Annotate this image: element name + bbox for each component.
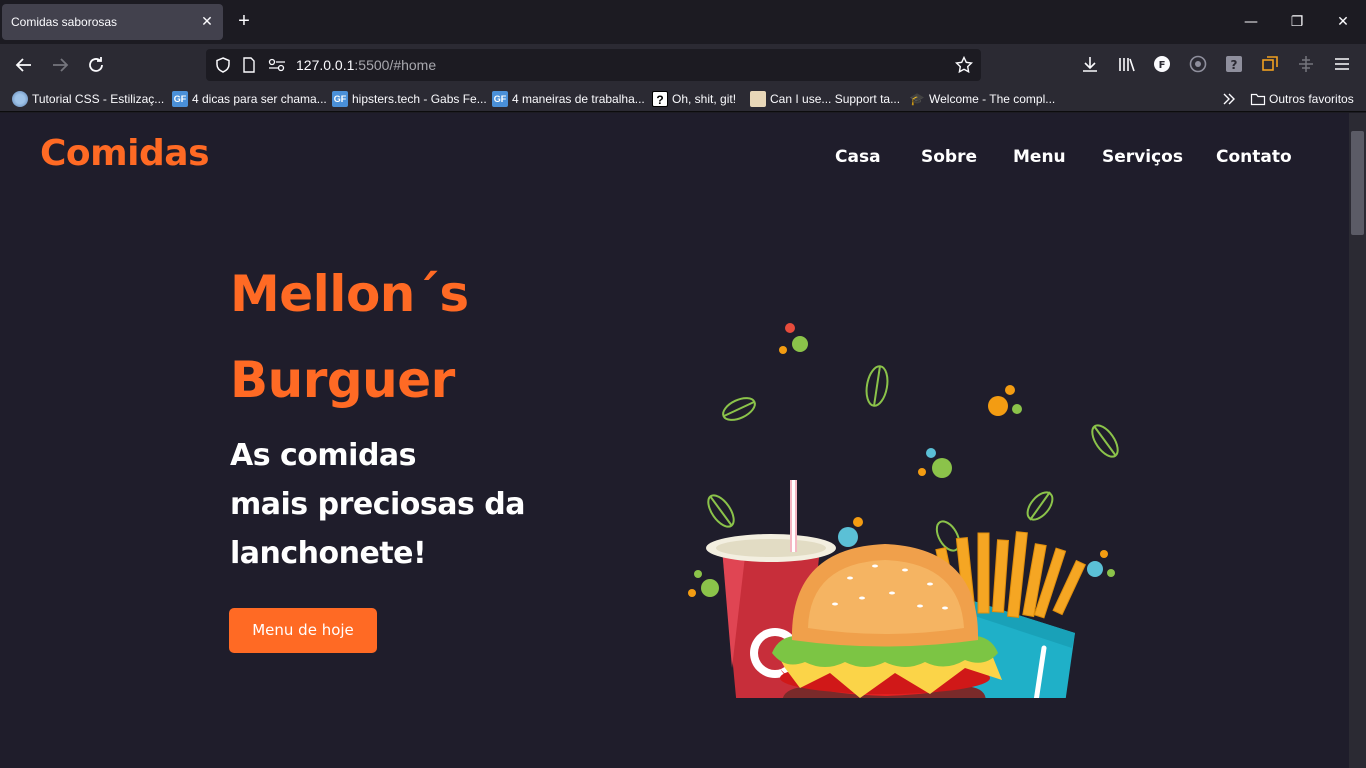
globe-icon (12, 91, 28, 107)
hero-subtitle-line-1: As comidas (230, 438, 417, 473)
bookmark-welcome[interactable]: 🎓 Welcome - The compl... (909, 91, 1056, 107)
account-icon[interactable]: F (1152, 54, 1172, 74)
restore-button[interactable]: ❐ (1274, 8, 1320, 36)
bookmark-can-i-use[interactable]: Can I use... Support ta... (750, 91, 900, 107)
forward-arrow-icon (53, 58, 69, 72)
star-icon[interactable] (955, 56, 973, 74)
permissions-icon[interactable] (268, 58, 286, 72)
svg-text:F: F (1159, 60, 1166, 71)
graduation-cap-icon: 🎓 (909, 92, 925, 106)
bookmark-label: Welcome - The compl... (929, 92, 1056, 106)
hero-subtitle: As comidas mais preciosas da lanchonete! (230, 431, 526, 578)
reload-icon (89, 57, 103, 72)
hero-title-line-1: Mellon´s (230, 265, 469, 323)
bookmark-label: 4 maneiras de trabalha... (512, 92, 645, 106)
back-arrow-icon (15, 58, 31, 72)
bookmark-label: Oh, shit, git! (672, 92, 737, 106)
gf-icon: GF (172, 91, 188, 107)
nav-link-servicos[interactable]: Serviços (1102, 147, 1183, 167)
question-icon: ? (652, 91, 668, 107)
bookmark-oh-shit-git[interactable]: ? Oh, shit, git! (652, 91, 736, 107)
app-menu-icon[interactable] (1332, 54, 1352, 74)
bookmark-label: hipsters.tech - Gabs Fe... (352, 92, 487, 106)
svg-text:?: ? (1231, 58, 1238, 72)
extension-help-icon[interactable]: ? (1224, 54, 1244, 74)
nav-link-contato[interactable]: Contato (1216, 147, 1292, 167)
hero-title-line-2: Burguer (230, 351, 455, 409)
reload-button[interactable] (84, 53, 108, 77)
close-window-button[interactable]: ✕ (1320, 8, 1366, 36)
forward-button[interactable] (48, 53, 72, 77)
url-path: :5500/#home (354, 57, 437, 73)
shield-icon[interactable] (214, 56, 232, 74)
other-bookmarks-label: Outros favoritos (1269, 92, 1354, 106)
site-logo[interactable]: Comidas (40, 133, 210, 174)
bookmark-tutorial-css[interactable]: Tutorial CSS - Estilizaç... (12, 91, 164, 107)
burger-combo-illustration (688, 323, 1119, 698)
hero-subtitle-line-2: mais preciosas da (230, 487, 526, 522)
tab-title: Comidas saborosas (11, 15, 118, 29)
extension-measure-icon[interactable] (1296, 54, 1316, 74)
extension-headphones-icon[interactable] (1188, 54, 1208, 74)
tab-close-icon[interactable]: ✕ (199, 14, 215, 30)
page-scrollbar[interactable] (1349, 113, 1366, 768)
extension-windows-icon[interactable] (1260, 54, 1280, 74)
bookmark-hipsters-tech[interactable]: GF hipsters.tech - Gabs Fe... (332, 91, 487, 107)
tab-active[interactable]: Comidas saborosas ✕ (2, 4, 223, 40)
minimize-button[interactable]: — (1228, 8, 1274, 36)
url-text[interactable]: 127.0.0.1:5500/#home (296, 57, 436, 73)
folder-icon (1250, 93, 1266, 106)
bookmark-label: Can I use... Support ta... (770, 92, 901, 106)
hero-title: Mellon´s Burguer (230, 251, 469, 423)
url-bar[interactable]: 127.0.0.1:5500/#home (206, 49, 981, 81)
page-icon (243, 57, 255, 73)
gf-icon: GF (332, 91, 348, 107)
navigation-toolbar: 127.0.0.1:5500/#home F ? (0, 44, 1366, 86)
bookmarks-overflow-button[interactable] (1221, 91, 1237, 107)
caniuse-icon (750, 91, 766, 107)
gf-icon: GF (492, 91, 508, 107)
double-chevron-right-icon (1223, 93, 1235, 105)
bookmark-4-maneiras[interactable]: GF 4 maneiras de trabalha... (492, 91, 645, 107)
nav-link-casa[interactable]: Casa (835, 147, 881, 167)
new-tab-button[interactable]: + (233, 11, 255, 33)
nav-link-menu[interactable]: Menu (1013, 147, 1066, 167)
library-icon[interactable] (1116, 54, 1136, 74)
bookmark-label: 4 dicas para ser chama... (192, 92, 327, 106)
back-button[interactable] (12, 53, 36, 77)
scrollbar-thumb[interactable] (1351, 131, 1364, 235)
bookmark-4-dicas[interactable]: GF 4 dicas para ser chama... (172, 91, 327, 107)
menu-de-hoje-button[interactable]: Menu de hoje (229, 608, 377, 653)
url-host: 127.0.0.1 (296, 57, 355, 73)
bookmarks-toolbar: Tutorial CSS - Estilizaç... GF 4 dicas pa… (0, 86, 1366, 112)
bookmark-label: Tutorial CSS - Estilizaç... (32, 92, 165, 106)
tab-strip: Comidas saborosas ✕ + — ❐ ✕ (0, 0, 1366, 44)
nav-link-sobre[interactable]: Sobre (921, 147, 977, 167)
hero-subtitle-line-3: lanchonete! (230, 536, 427, 571)
other-bookmarks-folder[interactable]: Outros favoritos (1250, 91, 1354, 107)
downloads-icon[interactable] (1080, 54, 1100, 74)
web-page: Comidas Casa Sobre Menu Serviços Contato… (0, 113, 1349, 768)
